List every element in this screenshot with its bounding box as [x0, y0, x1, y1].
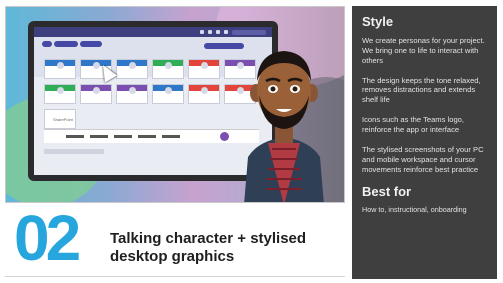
nav-link: [90, 135, 108, 138]
laptop-screen: SharePoint: [34, 27, 272, 175]
app-tile: SharePoint: [44, 109, 76, 129]
app-tile: [152, 59, 184, 79]
tile-label: SharePoint: [53, 117, 73, 122]
app-tile: [152, 84, 184, 104]
panel-paragraph: The stylised screenshots of your PC and …: [362, 144, 484, 174]
filter-pill: [42, 41, 52, 47]
share-icon: [208, 30, 212, 34]
filter-pill: [54, 41, 78, 47]
panel-paragraph: Icons such as the Teams logo, reinforce …: [362, 115, 465, 135]
tile-icon: [57, 62, 64, 69]
best-for-title: Best for: [362, 184, 412, 200]
app-topbar: [34, 27, 272, 37]
character-pupil: [270, 86, 276, 92]
section-headline: Talking character + stylised desktop gra…: [110, 230, 307, 265]
character-pupil: [292, 86, 298, 92]
filter-pill: [80, 41, 102, 47]
tile-icon: [165, 87, 172, 94]
app-tile: [116, 84, 148, 104]
panel-paragraph: The design keeps the tone relaxed, remov…: [362, 75, 481, 105]
style-panel: Style We create personas for your projec…: [352, 6, 497, 279]
close-icon: [200, 30, 204, 34]
tile-icon: [165, 62, 172, 69]
app-nav-bar: [44, 129, 259, 143]
section-number: 02: [14, 202, 81, 274]
app-tile: [188, 84, 220, 104]
tile-icon: [129, 62, 136, 69]
edit-icon: [216, 30, 220, 34]
app-tile: [188, 59, 220, 79]
app-tile: [116, 59, 148, 79]
tile-icon: [129, 87, 136, 94]
divider: [5, 276, 345, 277]
panel-paragraph: We create personas for your project. We …: [362, 36, 485, 65]
talking-character: [244, 51, 324, 202]
tile-icon: [57, 87, 64, 94]
nav-link: [138, 135, 156, 138]
best-for-text: How to, instructional, onboarding: [362, 205, 467, 215]
tile-icon: [201, 62, 208, 69]
app-tile: [44, 84, 76, 104]
bell-icon: [224, 30, 228, 34]
panel-title: Style: [362, 14, 394, 29]
nav-link: [162, 135, 180, 138]
app-tile: [80, 84, 112, 104]
tile-icon: [93, 87, 100, 94]
nav-link: [66, 135, 84, 138]
search-bar: [232, 29, 266, 35]
app-tile: [44, 59, 76, 79]
app-tile-grid: SharePoint: [44, 59, 256, 129]
nav-link: [114, 135, 132, 138]
breadcrumb: [44, 149, 104, 154]
avatar: [220, 132, 229, 141]
illustration-scene: SharePoint: [5, 6, 345, 203]
tile-icon: [201, 87, 208, 94]
